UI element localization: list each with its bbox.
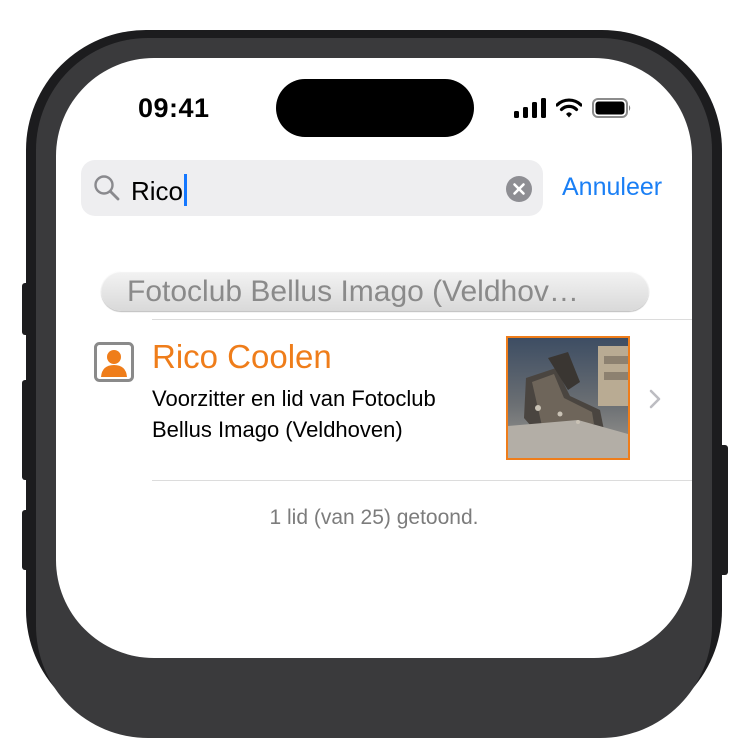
member-description: Voorzitter en lid van Fotoclub Bellus Im…: [152, 386, 436, 442]
clear-icon[interactable]: [506, 176, 532, 202]
search-value-text: Rico: [131, 176, 184, 206]
search-icon: [94, 175, 120, 201]
boots-photo: [508, 338, 628, 458]
status-time: 09:41: [138, 93, 210, 123]
section-header: Fotoclub Bellus Imago (Veldhov…: [101, 271, 649, 311]
result-count: 1 lid (van 25) getoond.: [269, 506, 479, 529]
signal-icon: [514, 98, 546, 118]
dynamic-island: [276, 79, 474, 137]
battery-icon: [592, 98, 631, 118]
search-field[interactable]: Rico: [81, 160, 543, 216]
wifi-icon: [556, 98, 582, 118]
member-photo: [506, 336, 630, 460]
cancel-button[interactable]: Annuleer: [562, 173, 662, 202]
search-input[interactable]: Rico: [131, 174, 188, 207]
status-icons: [514, 98, 632, 118]
section-header-label: Fotoclub Bellus Imago (Veldhov…: [127, 275, 579, 308]
divider: [152, 480, 692, 481]
contact-card-icon: [94, 342, 134, 382]
member-name: Rico Coolen: [152, 338, 332, 375]
chevron-right-icon: [649, 389, 661, 409]
text-caret: [184, 174, 188, 206]
phone-screen: 09:41 Rico Annuleer Fotoclub Bellus Imag…: [56, 58, 692, 658]
divider: [152, 319, 692, 320]
